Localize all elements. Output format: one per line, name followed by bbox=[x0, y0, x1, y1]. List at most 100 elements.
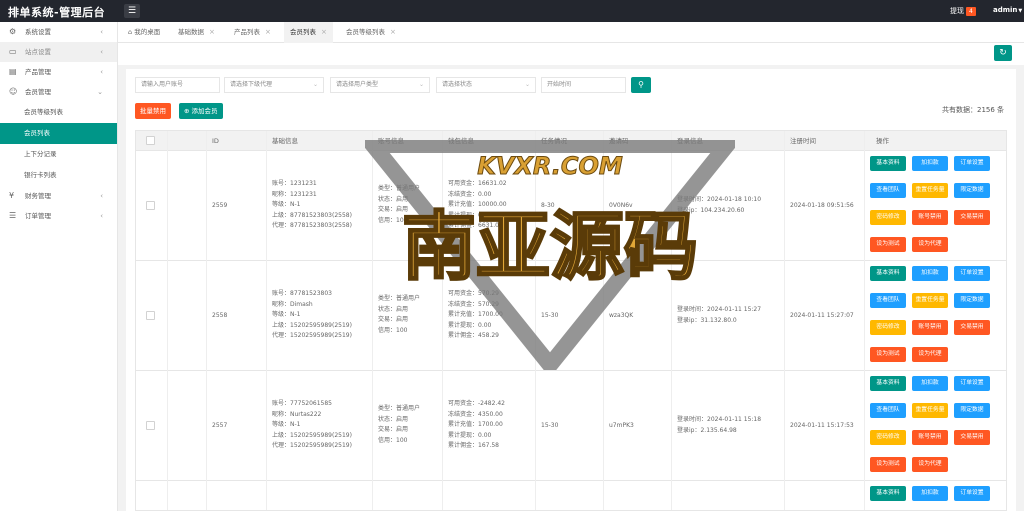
withdraw-notice[interactable]: 提现 4 bbox=[950, 6, 976, 16]
main-panel: 请输入用户账号 请选择下级代理 ⌄ 请选择用户类型 ⌄ 请选择状态 ⌄ 开始时间 ⚲ … bbox=[126, 69, 1016, 511]
tab-basic-data[interactable]: 基础数据 × bbox=[172, 22, 221, 43]
start-time-input[interactable]: 开始时间 bbox=[541, 77, 626, 93]
view-team-button[interactable]: 查看团队 bbox=[870, 183, 906, 198]
money-icon: ¥ bbox=[9, 191, 15, 200]
reset-tasks-button[interactable]: 重置任务量 bbox=[912, 403, 948, 418]
row-id: 2557 bbox=[212, 422, 228, 429]
row-invite: wza3QK bbox=[609, 312, 634, 319]
col-wallet: 钱包信息 bbox=[448, 137, 474, 145]
chevron-down-icon: ⌄ bbox=[418, 81, 424, 88]
sidebar-item-finance[interactable]: ¥ 财务管理 ‹ bbox=[0, 186, 117, 206]
close-icon[interactable]: × bbox=[209, 28, 215, 36]
sidebar-item-system-settings[interactable]: ⚙ 系统设置 ‹ bbox=[0, 22, 117, 42]
agent-select[interactable]: 请选择下级代理 ⌄ bbox=[224, 77, 324, 93]
disable-trading-button[interactable]: 交易禁用 bbox=[954, 320, 990, 335]
search-button[interactable]: ⚲ bbox=[631, 77, 651, 93]
column-divider bbox=[784, 131, 785, 510]
row-account: 类型：普通用户 状态：启用 交易：启用 信用：100 bbox=[378, 405, 421, 444]
row-checkbox[interactable] bbox=[146, 311, 155, 320]
tab-member-list[interactable]: 会员列表 × bbox=[284, 22, 333, 43]
basic-info-button[interactable]: 基本资料 bbox=[870, 156, 906, 171]
adjust-balance-button[interactable]: 加扣款 bbox=[912, 266, 948, 281]
row-checkbox[interactable] bbox=[146, 201, 155, 210]
top-bar: 排单系统-管理后台 ☰ 提现 4 admin▼ bbox=[0, 0, 1024, 22]
set-agent-button[interactable]: 设为代理 bbox=[912, 457, 948, 472]
set-agent-button[interactable]: 设为代理 bbox=[912, 237, 948, 252]
set-test-button[interactable]: 设为测试 bbox=[870, 347, 906, 362]
column-divider bbox=[206, 131, 207, 510]
sidebar-item-score-records[interactable]: 上下分记录 bbox=[0, 144, 117, 165]
chevron-left-icon: ‹ bbox=[100, 192, 103, 200]
reset-tasks-button[interactable]: 重置任务量 bbox=[912, 183, 948, 198]
usertype-select[interactable]: 请选择用户类型 ⌄ bbox=[330, 77, 430, 93]
basic-info-button[interactable]: 基本资料 bbox=[870, 376, 906, 391]
sidebar-item-bank-cards[interactable]: 银行卡列表 bbox=[0, 165, 117, 186]
chevron-down-icon: ⌄ bbox=[312, 81, 318, 88]
order-settings-button[interactable]: 订单设置 bbox=[954, 486, 990, 501]
app-title: 排单系统-管理后台 bbox=[8, 6, 106, 19]
order-settings-button[interactable]: 订单设置 bbox=[954, 266, 990, 281]
sidebar-item-member-levels[interactable]: 会员等级列表 bbox=[0, 102, 117, 123]
change-password-button[interactable]: 密码修改 bbox=[870, 210, 906, 225]
row-id: 2559 bbox=[212, 202, 228, 209]
refresh-icon[interactable]: ↻ bbox=[994, 45, 1012, 61]
close-icon[interactable]: × bbox=[321, 28, 327, 36]
limit-data-button[interactable]: 限定数据 bbox=[954, 183, 990, 198]
row-account: 类型：普通用户 状态：启用 交易：启用 信用：100 bbox=[378, 185, 421, 224]
status-select[interactable]: 请选择状态 ⌄ bbox=[436, 77, 536, 93]
add-member-button[interactable]: ⊕ 添加会员 bbox=[179, 103, 223, 119]
row-task: 15-30 bbox=[541, 312, 559, 319]
tab-member-levels[interactable]: 会员等级列表 × bbox=[340, 22, 402, 43]
order-settings-button[interactable]: 订单设置 bbox=[954, 376, 990, 391]
row-wallet: 可用资金：570.29 冻结资金：570.29 累计充值：1700.00 累计提现：0… bbox=[448, 290, 503, 339]
sidebar-item-members[interactable]: ☺ 会员管理 ⌄ bbox=[0, 82, 117, 102]
box-icon: ▤ bbox=[9, 67, 17, 76]
row-reg-time: 2024-01-11 15:27:07 bbox=[790, 312, 854, 319]
chevron-down-icon: ⌄ bbox=[97, 88, 103, 96]
sidebar-item-site-settings[interactable]: ▭ 站点设置 ‹ bbox=[0, 42, 117, 62]
sidebar-item-member-list[interactable]: 会员列表 bbox=[0, 123, 117, 144]
view-team-button[interactable]: 查看团队 bbox=[870, 403, 906, 418]
sidebar-item-products[interactable]: ▤ 产品管理 ‹ bbox=[0, 62, 117, 82]
user-name: admin bbox=[993, 6, 1018, 14]
disable-account-button[interactable]: 账号禁用 bbox=[912, 430, 948, 445]
row-wallet: 可用资金：16631.02 冻结资金：0.00 累计充值：10000.00 累计提现：… bbox=[448, 180, 507, 229]
disable-account-button[interactable]: 账号禁用 bbox=[912, 210, 948, 225]
close-icon[interactable]: × bbox=[390, 28, 396, 36]
close-icon[interactable]: × bbox=[265, 28, 271, 36]
adjust-balance-button[interactable]: 加扣款 bbox=[912, 486, 948, 501]
disable-trading-button[interactable]: 交易禁用 bbox=[954, 430, 990, 445]
select-all-checkbox[interactable] bbox=[146, 136, 155, 145]
row-checkbox[interactable] bbox=[146, 421, 155, 430]
set-test-button[interactable]: 设为测试 bbox=[870, 237, 906, 252]
limit-data-button[interactable]: 限定数据 bbox=[954, 293, 990, 308]
adjust-balance-button[interactable]: 加扣款 bbox=[912, 376, 948, 391]
tab-product-list[interactable]: 产品列表 × bbox=[228, 22, 277, 43]
menu-icon[interactable]: ☰ bbox=[124, 4, 140, 18]
col-task: 任务情况 bbox=[541, 137, 567, 145]
set-agent-button[interactable]: 设为代理 bbox=[912, 347, 948, 362]
disable-trading-button[interactable]: 交易禁用 bbox=[954, 210, 990, 225]
order-settings-button[interactable]: 订单设置 bbox=[954, 156, 990, 171]
user-menu[interactable]: admin▼ bbox=[993, 6, 1022, 14]
view-team-button[interactable]: 查看团队 bbox=[870, 293, 906, 308]
change-password-button[interactable]: 密码修改 bbox=[870, 320, 906, 335]
change-password-button[interactable]: 密码修改 bbox=[870, 430, 906, 445]
basic-info-button[interactable]: 基本资料 bbox=[870, 266, 906, 281]
tab-desktop[interactable]: ⌂ 我的桌面 bbox=[122, 22, 166, 43]
sidebar-item-orders[interactable]: ☰ 订单管理 ‹ bbox=[0, 206, 117, 226]
limit-data-button[interactable]: 限定数据 bbox=[954, 403, 990, 418]
col-reg: 注册时间 bbox=[790, 137, 816, 145]
adjust-balance-button[interactable]: 加扣款 bbox=[912, 156, 948, 171]
column-divider bbox=[671, 131, 672, 510]
batch-ban-button[interactable]: 批量禁用 bbox=[135, 103, 171, 119]
set-test-button[interactable]: 设为测试 bbox=[870, 457, 906, 472]
account-search-input[interactable]: 请输入用户账号 bbox=[135, 77, 220, 93]
col-basic: 基础信息 bbox=[272, 137, 298, 145]
basic-info-button[interactable]: 基本资料 bbox=[870, 486, 906, 501]
row-login: 登录时间：2024-01-11 15:27 登录ip：31.132.80.0 bbox=[677, 306, 762, 324]
row-reg-time: 2024-01-18 09:51:56 bbox=[790, 202, 854, 209]
disable-account-button[interactable]: 账号禁用 bbox=[912, 320, 948, 335]
reset-tasks-button[interactable]: 重置任务量 bbox=[912, 293, 948, 308]
column-divider bbox=[535, 131, 536, 510]
